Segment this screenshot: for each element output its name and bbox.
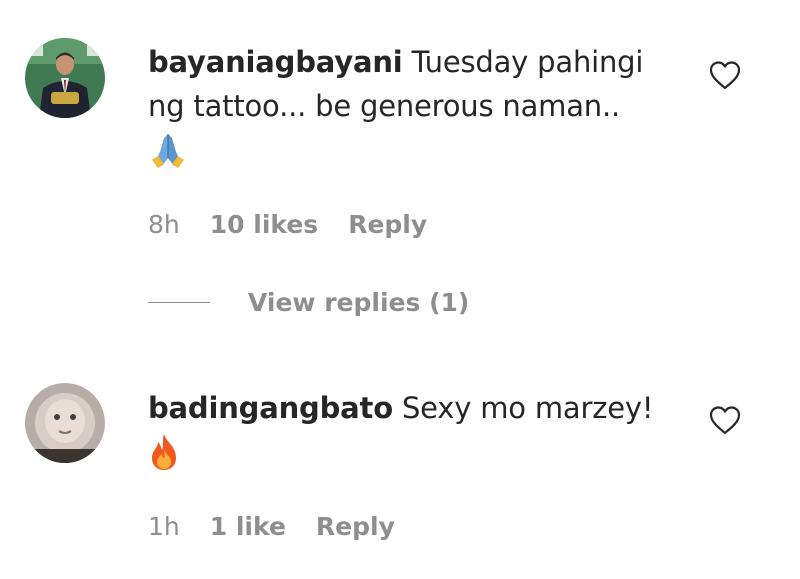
comment-text-continued: ng tattoo... be generous naman.. (148, 89, 621, 123)
fire-icon (148, 432, 188, 472)
view-replies-label: View replies (1) (248, 288, 470, 317)
comment-username[interactable]: badingangbato (148, 391, 393, 425)
reply-button[interactable]: Reply (316, 512, 395, 541)
comment-body: bayaniagbayani Tuesday pahingi ng tattoo… (148, 40, 643, 170)
comment-timestamp[interactable]: 8h (148, 210, 180, 239)
comment-meta: 8h 10 likes Reply (148, 210, 427, 239)
avatar[interactable] (25, 383, 105, 463)
comment-username[interactable]: bayaniagbayani (148, 45, 403, 79)
comment-likes[interactable]: 10 likes (210, 210, 318, 239)
view-replies-divider (148, 302, 210, 303)
comment-text: Tuesday pahingi (411, 45, 644, 79)
like-heart-icon[interactable] (708, 405, 742, 435)
folded-hands-icon (148, 130, 188, 170)
like-heart-icon[interactable] (708, 60, 742, 90)
reply-button[interactable]: Reply (348, 210, 427, 239)
comment-timestamp[interactable]: 1h (148, 512, 180, 541)
comment-text: Sexy mo marzey! (401, 391, 654, 425)
comment-body: badingangbato Sexy mo marzey! (148, 386, 653, 472)
view-replies-button[interactable]: View replies (1) (148, 288, 469, 317)
avatar[interactable] (25, 38, 105, 118)
comment-meta: 1h 1 like Reply (148, 512, 395, 541)
comment-likes[interactable]: 1 like (210, 512, 286, 541)
